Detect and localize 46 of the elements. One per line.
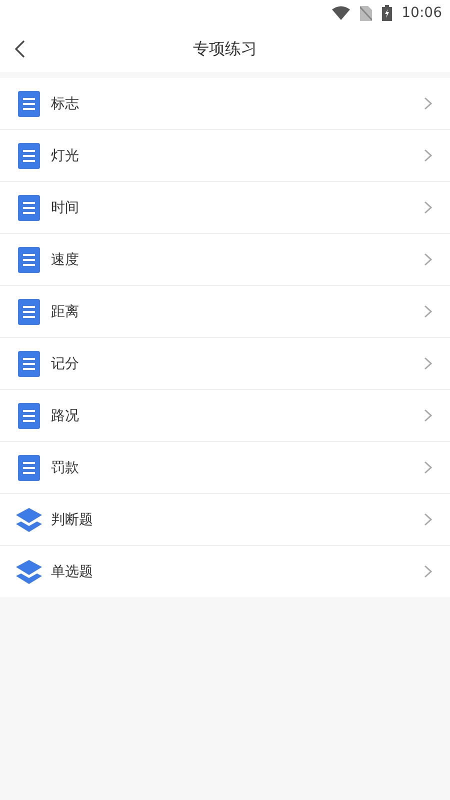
item-label: 罚款 [51, 458, 80, 476]
document-icon [18, 90, 40, 116]
chevron-icon [424, 253, 432, 266]
chevron-icon [424, 357, 432, 370]
back-icon[interactable] [14, 40, 26, 58]
list-item[interactable]: 罚款 [0, 442, 450, 494]
layers-icon [16, 558, 42, 584]
document-icon [18, 194, 40, 220]
item-label: 速度 [51, 250, 80, 268]
page-title: 专项练习 [193, 38, 257, 60]
list-item[interactable]: 单选题 [0, 546, 450, 597]
list-item[interactable]: 距离 [0, 286, 450, 338]
chevron-icon [424, 149, 432, 162]
list-item[interactable]: 灯光 [0, 130, 450, 182]
document-icon [18, 298, 40, 324]
list-item[interactable]: 时间 [0, 182, 450, 234]
chevron-icon [424, 461, 432, 474]
list-item[interactable]: 速度 [0, 234, 450, 286]
list-item[interactable]: 判断题 [0, 494, 450, 546]
document-icon [18, 350, 40, 376]
document-icon [18, 246, 40, 272]
clock-time: 10:06 [402, 5, 442, 21]
battery-icon [382, 5, 392, 21]
item-label: 记分 [51, 354, 80, 372]
item-label: 判断题 [51, 510, 94, 528]
item-label: 单选题 [51, 562, 94, 580]
chevron-icon [424, 409, 432, 422]
no-sim-icon [360, 6, 372, 20]
item-label: 路况 [51, 406, 80, 424]
chevron-icon [424, 97, 432, 110]
chevron-icon [424, 305, 432, 318]
item-label: 时间 [51, 198, 80, 216]
item-label: 灯光 [51, 146, 80, 164]
chevron-icon [424, 565, 432, 578]
list-item[interactable]: 路况 [0, 390, 450, 442]
document-icon [18, 454, 40, 480]
document-icon [18, 142, 40, 168]
chevron-icon [424, 201, 432, 214]
document-icon [18, 402, 40, 428]
layers-icon [16, 506, 42, 532]
list-item[interactable]: 标志 [0, 78, 450, 130]
item-label: 标志 [51, 94, 80, 112]
wifi-icon [332, 6, 350, 20]
item-label: 距离 [51, 302, 80, 320]
list-item[interactable]: 记分 [0, 338, 450, 390]
chevron-icon [424, 513, 432, 526]
